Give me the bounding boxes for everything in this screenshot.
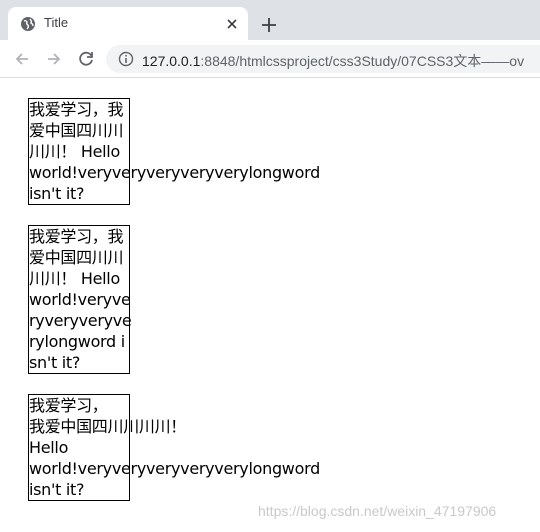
address-bar[interactable]: 127.0.0.1:8848/htmlcssproject/css3Study/… [106,45,540,73]
back-icon[interactable] [12,49,32,69]
tab-active[interactable]: Title [8,7,248,40]
text-line: sn't it? [29,353,81,372]
info-icon[interactable] [118,51,134,67]
url-text: 127.0.0.1:8848/htmlcssproject/css3Study/… [142,51,524,71]
reload-icon[interactable] [76,49,96,69]
text-line: 我爱学习，我 [29,227,124,246]
tab-title: Title [44,15,69,30]
browser-toolbar: 127.0.0.1:8848/htmlcssproject/css3Study/… [0,40,540,78]
text-line: ryveryveryve [29,311,132,330]
tab-strip: Title [0,0,540,40]
url-path: :8848/htmlcssproject/css3Study/07CSS3文本—… [200,53,525,69]
text-line: isn't it? [29,184,85,203]
text-box-2: 我爱学习，我 爱中国四川川 川川！ Hello world!veryve ryv… [28,225,132,374]
text-line: 我爱学习，我 [29,100,124,119]
text-line: isn't it? [29,480,85,499]
text-box-3: 我爱学习， 我爱中国四川川川川！ Hello world!veryveryver… [28,394,320,501]
text-line: 我爱学习， [29,396,108,415]
globe-icon [21,17,35,31]
text-line: 我爱中国四川川川川！ [29,417,187,436]
watermark: https://blog.csdn.net/weixin_47197906 [258,503,497,519]
new-tab-icon[interactable] [258,14,280,36]
text-box-1: 我爱学习，我 爱中国四川川 川川！ Hello world!veryveryve… [28,98,320,205]
text-line: 川川！ Hello [29,269,120,288]
text-line: world!veryveryveryveryverylongword [29,163,320,182]
url-host: 127.0.0.1 [142,53,201,69]
text-line: rylongword i [29,332,125,351]
text-line: 爱中国四川川 [29,248,124,267]
forward-icon[interactable] [44,49,64,69]
close-icon[interactable] [224,16,240,32]
text-line: Hello [29,438,69,457]
text-line: 川川！ Hello [29,142,120,161]
text-line: world!veryve [29,290,131,309]
text-line: world!veryveryveryveryverylongword [29,459,320,478]
text-line: 爱中国四川川 [29,121,124,140]
page-content: 我爱学习，我 爱中国四川川 川川！ Hello world!veryveryve… [0,78,540,532]
